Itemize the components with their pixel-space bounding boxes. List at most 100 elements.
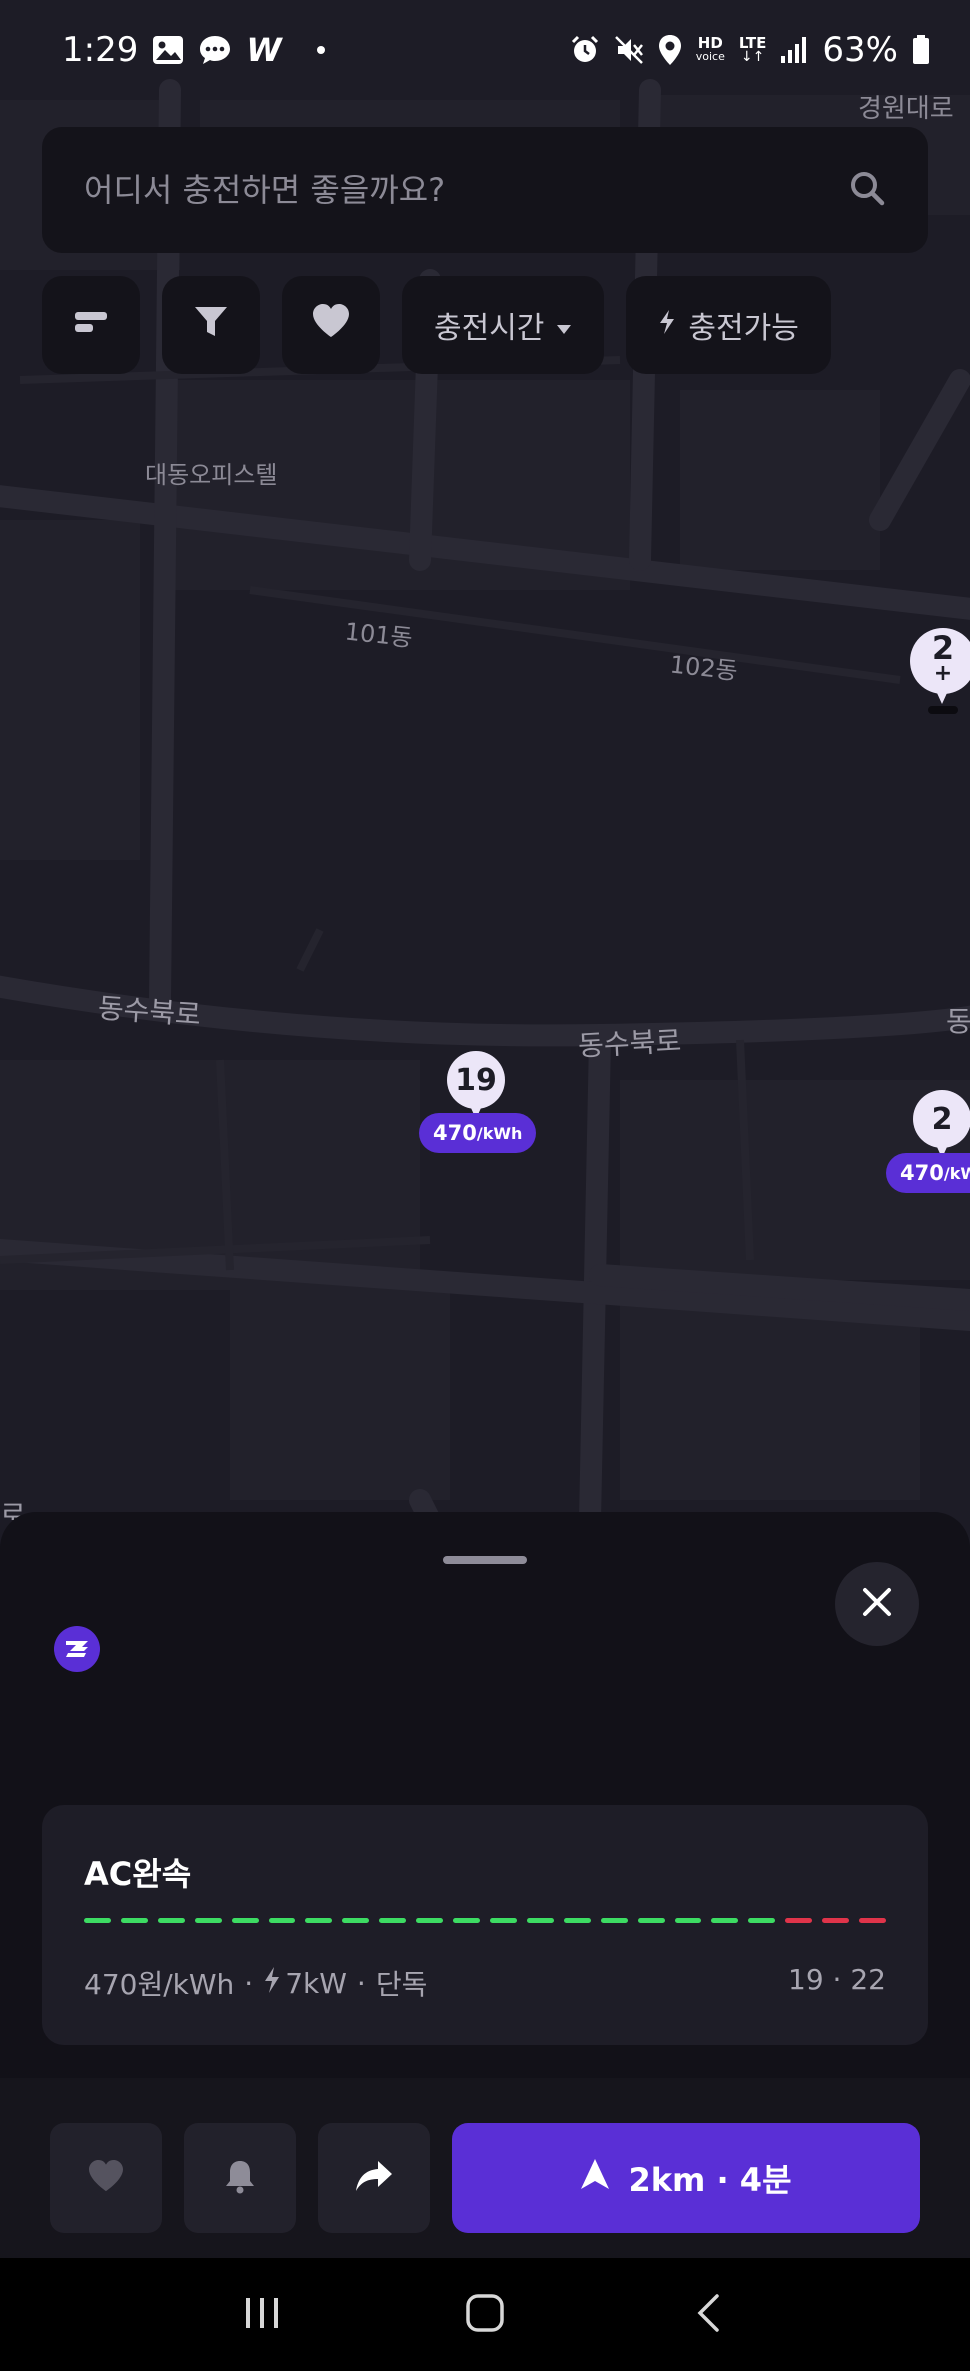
price-value: 470: [900, 1161, 944, 1185]
slot-available: [600, 1918, 628, 1923]
bell-icon: [224, 2158, 256, 2198]
slot-available: [748, 1918, 776, 1923]
slot-available: [379, 1918, 407, 1923]
station-pin[interactable]: 19: [447, 1051, 505, 1121]
back-button[interactable]: [668, 2275, 748, 2355]
slot-available: [711, 1918, 739, 1923]
slot-available: [637, 1918, 665, 1923]
map-label-daedong: 대동오피스텔: [145, 461, 278, 489]
alert-button[interactable]: [184, 2123, 296, 2233]
signal-icon: [780, 36, 808, 64]
station-cluster-pin[interactable]: 2 +: [910, 628, 970, 718]
recents-button[interactable]: [222, 2275, 302, 2355]
gallery-icon: [152, 35, 184, 65]
clock: 1:29: [62, 30, 139, 70]
price-tag[interactable]: 470/kW: [886, 1153, 970, 1193]
slot-available: [305, 1918, 333, 1923]
slot-available: [563, 1918, 591, 1923]
slot-available: [526, 1918, 554, 1923]
home-button[interactable]: [445, 2275, 525, 2355]
slot-available: [84, 1918, 111, 1923]
funnel-icon: [193, 303, 229, 347]
charger-available-count: 19 · 22: [788, 1963, 886, 1996]
station-bottom-sheet: AC완속 470원/kWh · 7kW · 단독 19 · 22 2km · 4…: [0, 1512, 970, 2371]
slot-available: [416, 1918, 444, 1923]
chat-icon: [198, 34, 232, 66]
navigation-arrow-icon: [580, 2158, 610, 2198]
charger-price: 470원/kWh: [84, 1968, 235, 2001]
charge-time-label: 충전시간: [434, 311, 545, 346]
recents-icon: [242, 2296, 282, 2334]
drag-handle[interactable]: [443, 1556, 527, 1564]
slot-available: [674, 1918, 702, 1923]
location-icon: [658, 34, 682, 66]
sort-button[interactable]: [42, 276, 140, 374]
back-icon: [695, 2293, 721, 2337]
search-input[interactable]: [84, 171, 848, 209]
price-value: 470: [433, 1121, 477, 1145]
map-label-road-west: 동수북로: [96, 991, 202, 1032]
search-icon[interactable]: [848, 169, 886, 211]
charger-install-type: 단독: [375, 1968, 428, 2001]
charger-type-title: AC완속: [84, 1855, 192, 1893]
slot-busy: [822, 1918, 850, 1923]
slot-available: [120, 1918, 148, 1923]
slot-busy: [785, 1918, 813, 1923]
slot-available: [194, 1918, 222, 1923]
charge-time-dropdown[interactable]: 충전시간: [402, 276, 605, 374]
available-label: 충전가능: [688, 311, 799, 346]
system-navigation-bar: [0, 2258, 970, 2371]
bolt-icon: [263, 1966, 281, 2001]
favorite-button[interactable]: [50, 2123, 162, 2233]
heart-icon: [87, 2159, 125, 2197]
slot-available: [489, 1918, 517, 1923]
pin-count: 2: [931, 1101, 953, 1137]
favorites-button[interactable]: [282, 276, 380, 374]
slot-available: [231, 1918, 259, 1923]
slot-available: [342, 1918, 370, 1923]
charger-card[interactable]: AC완속 470원/kWh · 7kW · 단독 19 · 22: [42, 1805, 928, 2045]
lte-icon: LTE ↓↑: [738, 34, 767, 65]
price-tag[interactable]: 470/kWh: [419, 1113, 537, 1153]
slot-available: [453, 1918, 480, 1923]
search-bar[interactable]: [42, 127, 928, 253]
filter-row: 충전시간 충전가능: [42, 276, 831, 374]
alarm-icon: [570, 35, 600, 65]
filter-button[interactable]: [162, 276, 260, 374]
map-label-102: 102동: [668, 650, 739, 686]
price-unit: /kWh: [476, 1123, 523, 1143]
status-bar: 1:29 W HD voice LTE ↓↑ 63%: [0, 0, 970, 100]
share-button[interactable]: [318, 2123, 430, 2233]
w-app-icon: W: [246, 31, 282, 69]
share-arrow-icon: [354, 2159, 394, 2197]
charger-availability-bar: [84, 1918, 886, 1926]
price-unit: /kW: [943, 1163, 970, 1183]
slot-available: [157, 1918, 185, 1923]
hd-voice-icon: HD voice: [695, 34, 725, 64]
slot-available: [268, 1918, 296, 1923]
close-button[interactable]: [835, 1562, 919, 1646]
heart-icon: [311, 303, 351, 347]
dot-icon: [316, 45, 326, 55]
caret-down-icon: [556, 308, 572, 343]
navigate-button[interactable]: 2km · 4분: [452, 2123, 920, 2233]
charger-power: 7kW: [285, 1966, 347, 2000]
station-pin[interactable]: 2: [913, 1090, 970, 1160]
operator-logo-icon: [54, 1626, 100, 1672]
map-label-road-mid: 동수북로: [577, 1024, 682, 1063]
pin-count: 19: [455, 1062, 497, 1098]
meta-separator: ·: [244, 1966, 254, 2000]
map-label-101: 101동: [343, 617, 414, 653]
home-icon: [465, 2293, 505, 2337]
battery-percent: 63%: [822, 30, 898, 70]
meta-separator: ·: [356, 1966, 366, 2000]
battery-icon: [912, 35, 930, 65]
bolt-icon: [658, 308, 676, 343]
route-summary: 2km · 4분: [628, 2161, 792, 2199]
mute-icon: [614, 35, 644, 65]
available-filter-button[interactable]: 충전가능: [626, 276, 831, 374]
pin-count: 2: [931, 629, 955, 667]
slot-busy: [859, 1918, 886, 1923]
close-icon: [862, 1587, 892, 1621]
sort-icon: [73, 308, 109, 343]
